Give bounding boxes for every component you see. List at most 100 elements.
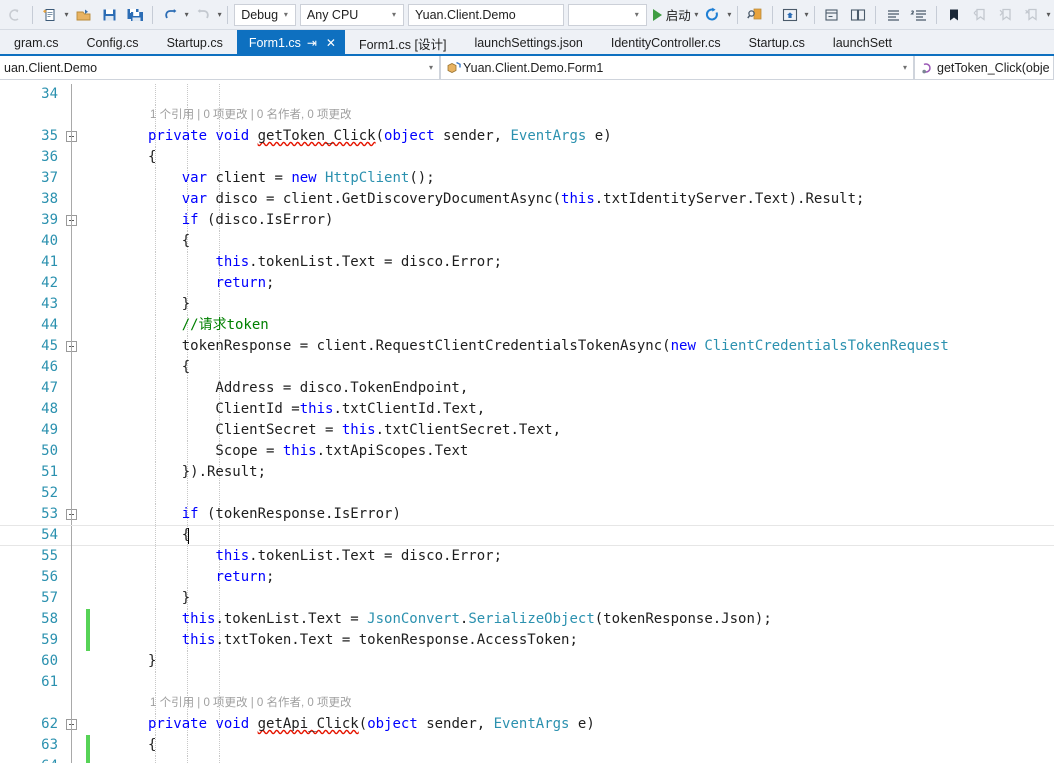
next-bookmark-icon[interactable]	[993, 3, 1019, 27]
code-line[interactable]: 51 }).Result;	[0, 462, 1054, 483]
code-line[interactable]: 40 {	[0, 231, 1054, 252]
navbar-type-value: Yuan.Client.Demo.Form1	[463, 60, 604, 75]
code-token: (tokenResponse.IsError)	[198, 506, 401, 522]
code-line[interactable]: 64	[0, 756, 1054, 763]
line-number: 34	[41, 86, 58, 102]
code-line[interactable]: 37 var client = new HttpClient();	[0, 168, 1054, 189]
code-line[interactable]: 34	[0, 84, 1054, 105]
line-number: 52	[41, 485, 58, 501]
code-line[interactable]: 60}	[0, 651, 1054, 672]
code-line[interactable]: 35 private void getToken_Click(object sen…	[0, 126, 1054, 147]
codelens-row[interactable]: 1 个引用 | 0 项更改 | 0 名作者, 0 项更改	[0, 693, 1054, 714]
redo-dropdown-arrow[interactable]: ▾	[216, 4, 223, 26]
code-line[interactable]: 38 var disco = client.GetDiscoveryDocume…	[0, 189, 1054, 210]
code-line[interactable]: 61	[0, 672, 1054, 693]
code-line[interactable]: 58 this.tokenList.Text = JsonConvert.Ser…	[0, 609, 1054, 630]
line-number: 60	[41, 653, 58, 669]
line-number: 38	[41, 191, 58, 207]
code-line[interactable]: 56 return;	[0, 567, 1054, 588]
code-text: }).Result;	[148, 462, 266, 483]
code-line[interactable]: 63 {	[0, 735, 1054, 756]
navbar-member-dropdown[interactable]: getToken_Click(obje	[914, 56, 1054, 79]
document-tab[interactable]: Form1.cs [设计]	[345, 30, 461, 54]
code-line[interactable]: 42 return;	[0, 273, 1054, 294]
method-icon	[919, 61, 937, 75]
document-tab[interactable]: Form1.cs ⇥ ✕	[236, 30, 345, 54]
previous-bookmark-icon[interactable]	[967, 3, 993, 27]
outline-vertical-line	[71, 252, 72, 273]
new-item-dropdown-arrow[interactable]: ▾	[63, 4, 70, 26]
close-icon[interactable]: ✕	[323, 36, 339, 50]
toolbar-overflow-icon[interactable]: ▾	[1045, 4, 1052, 26]
navigate-back-icon[interactable]	[2, 3, 28, 27]
clear-bookmarks-icon[interactable]	[1019, 3, 1045, 27]
document-tab[interactable]: Config.cs	[72, 30, 152, 54]
code-line[interactable]: 49 ClientSecret = this.txtClientSecret.T…	[0, 420, 1054, 441]
code-line[interactable]: 36 {	[0, 147, 1054, 168]
code-editor[interactable]: 34 1 个引用 | 0 项更改 | 0 名作者, 0 项更改 35 private …	[0, 80, 1054, 763]
code-line[interactable]: 50 Scope = this.txtApiScopes.Text	[0, 441, 1054, 462]
document-tab[interactable]: gram.cs	[0, 30, 72, 54]
find-in-files-icon[interactable]	[742, 3, 768, 27]
toolbar-separator	[874, 5, 876, 24]
save-all-icon[interactable]	[122, 3, 148, 27]
document-tab[interactable]: Startup.cs	[153, 30, 237, 54]
save-icon[interactable]	[96, 3, 122, 27]
code-line[interactable]: 62 private void getApi_Click(object sende…	[0, 714, 1054, 735]
outline-vertical-line	[71, 504, 72, 525]
code-line[interactable]: 53 if (tokenResponse.IsError)	[0, 504, 1054, 525]
startup-project-dropdown[interactable]: Yuan.Client.Demo	[407, 3, 564, 26]
solution-platform-dropdown[interactable]: Any CPU ▾	[299, 3, 404, 26]
secondary-dropdown[interactable]: ▾	[567, 3, 647, 26]
code-token: .tokenList.Text =	[215, 611, 368, 627]
document-tab-label: launchSettings.json	[474, 36, 583, 50]
solution-configuration-dropdown[interactable]: Debug ▾	[234, 3, 296, 26]
redo-icon[interactable]	[190, 3, 216, 27]
start-debug-dropdown-arrow[interactable]: ▾	[693, 4, 700, 26]
code-text: return;	[148, 273, 274, 294]
code-line[interactable]: 45 tokenResponse = client.RequestClientC…	[0, 336, 1054, 357]
navbar-project-dropdown[interactable]: uan.Client.Demo ▾	[0, 56, 440, 79]
document-tab[interactable]: Startup.cs	[735, 30, 819, 54]
split-window-icon[interactable]	[845, 3, 871, 27]
code-line[interactable]: 43 }	[0, 294, 1054, 315]
uncomment-icon[interactable]	[906, 3, 932, 27]
start-debug-button[interactable]: 启动	[649, 3, 693, 27]
outline-vertical-line	[71, 672, 72, 693]
hot-reload-icon[interactable]	[700, 3, 726, 27]
code-line[interactable]: 54 {	[0, 525, 1054, 547]
code-text: if (tokenResponse.IsError)	[148, 504, 401, 525]
pin-icon[interactable]: ⇥	[304, 36, 320, 50]
code-line[interactable]: 41 this.tokenList.Text = disco.Error;	[0, 252, 1054, 273]
document-tab[interactable]: launchSettings.json	[460, 30, 596, 54]
code-line[interactable]: 39 if (disco.IsError)	[0, 210, 1054, 231]
undo-icon[interactable]	[157, 3, 183, 27]
comment-icon[interactable]	[880, 3, 906, 27]
new-window-icon[interactable]	[819, 3, 845, 27]
solution-home-dropdown-arrow[interactable]: ▾	[803, 4, 810, 26]
document-tab[interactable]: IdentityController.cs	[597, 30, 735, 54]
solution-home-icon[interactable]	[777, 3, 803, 27]
codelens-row[interactable]: 1 个引用 | 0 项更改 | 0 名作者, 0 项更改	[0, 105, 1054, 126]
code-line[interactable]: 59 this.txtToken.Text = tokenResponse.Ac…	[0, 630, 1054, 651]
document-tab[interactable]: launchSett	[819, 30, 906, 54]
code-line[interactable]: 52	[0, 483, 1054, 504]
code-line[interactable]: 48 ClientId =this.txtClientId.Text,	[0, 399, 1054, 420]
navbar-type-dropdown[interactable]: Yuan.Client.Demo.Form1 ▾	[440, 56, 914, 79]
code-line[interactable]: 57 }	[0, 588, 1054, 609]
undo-dropdown-arrow[interactable]: ▾	[183, 4, 190, 26]
code-line[interactable]: 55 this.tokenList.Text = disco.Error;	[0, 546, 1054, 567]
code-line[interactable]: 46 {	[0, 357, 1054, 378]
open-file-icon[interactable]	[70, 3, 96, 27]
new-item-icon[interactable]	[37, 3, 63, 27]
code-token: private	[148, 128, 216, 144]
code-text: }	[148, 588, 190, 609]
code-line[interactable]: 44 //请求token	[0, 315, 1054, 336]
code-line[interactable]: 47 Address = disco.TokenEndpoint,	[0, 378, 1054, 399]
bookmark-icon[interactable]	[941, 3, 967, 27]
visual-studio-window: ▾ ▾ ▾ Debug ▾ Any CPU ▾ Yuan.Client.Demo…	[0, 0, 1054, 769]
hot-reload-dropdown-arrow[interactable]: ▾	[726, 4, 733, 26]
